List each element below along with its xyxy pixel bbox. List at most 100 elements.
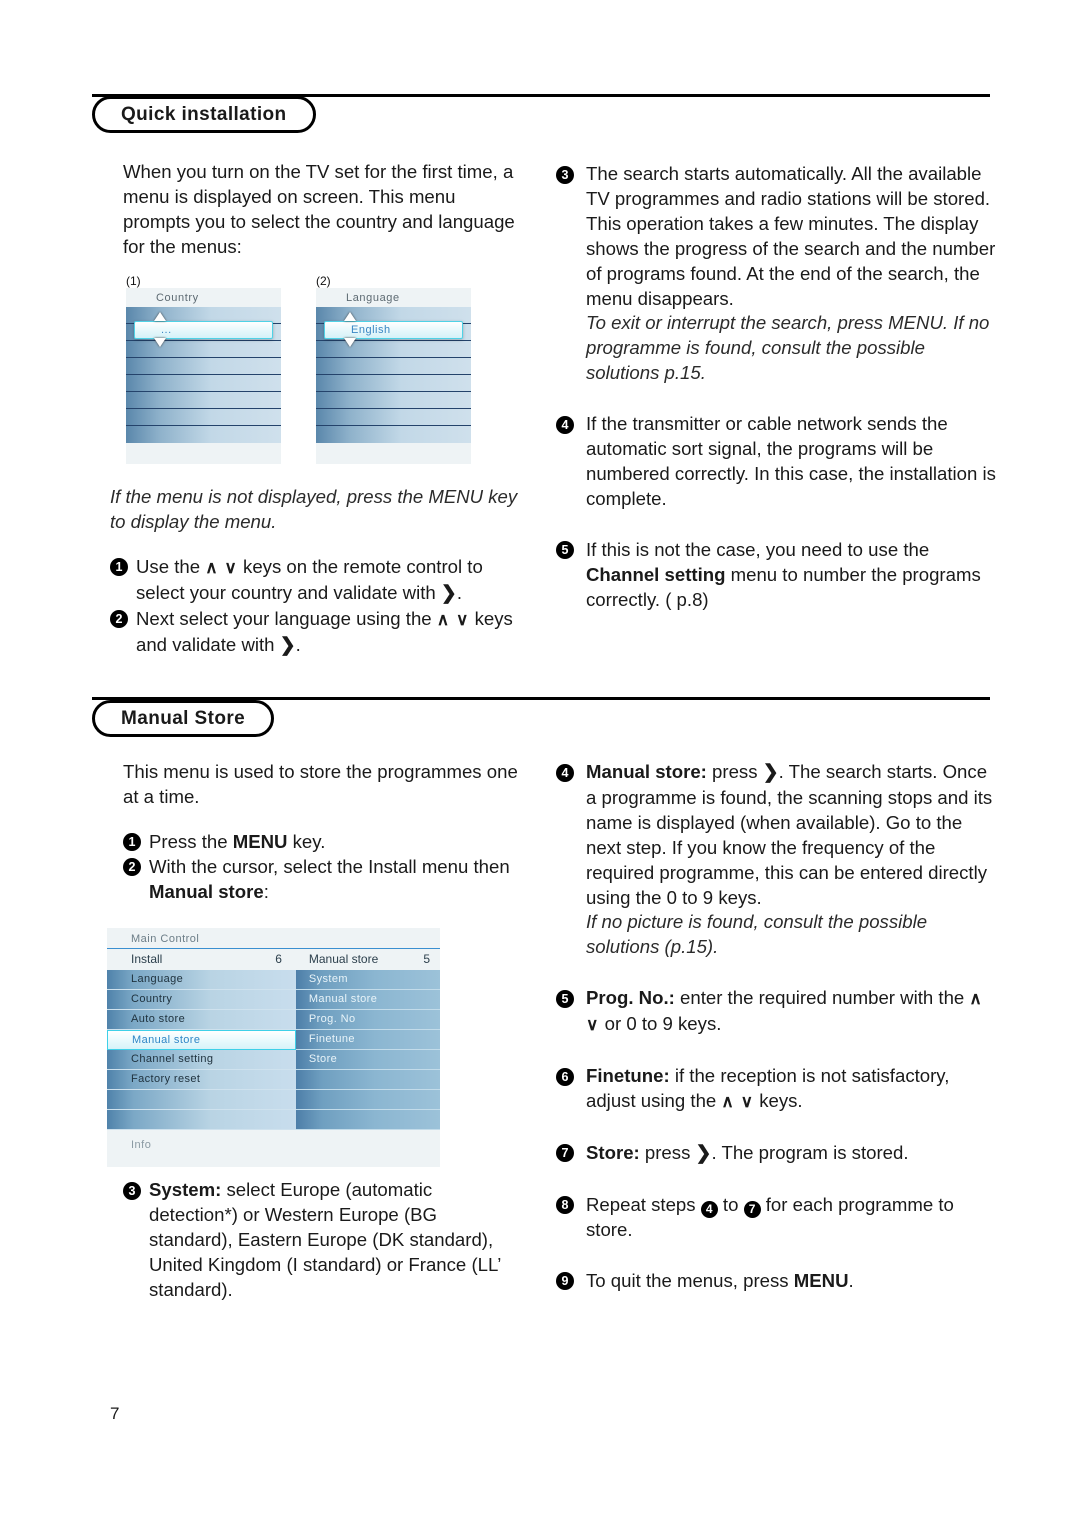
step-text-ms-6b: keys. — [754, 1089, 803, 1111]
osd-screen-country: Country ... — [126, 288, 281, 464]
manual-store-left-column: This menu is used to store the programme… — [123, 760, 523, 905]
osd-main-control-label: Main Control — [131, 933, 200, 945]
osd-row — [126, 375, 281, 392]
step-text-2c: . — [295, 633, 301, 655]
list-item: 1 Press the MENU key. — [123, 830, 523, 855]
osd-row — [316, 358, 471, 375]
step-ref-7: 7 — [743, 1200, 761, 1218]
osd-submenu-item[interactable]: Prog. No — [295, 1010, 440, 1030]
finetune-label: Finetune: — [586, 1065, 670, 1087]
section-header-quick-installation: Quick installation — [92, 96, 316, 133]
step-text-ms-7a: press — [639, 1141, 696, 1163]
osd-row — [316, 341, 471, 358]
osd-submenu-item — [295, 1090, 440, 1110]
osd-screen-language: Language English — [316, 288, 471, 464]
step-bullet-ms-5: 5 — [556, 989, 574, 1008]
osd-column-headers: Install 6 Manual store 5 — [107, 948, 440, 970]
updown-keys-icon: ∧ ∨ — [205, 557, 238, 577]
screen-label-2: (2) — [316, 274, 331, 288]
step-bullet-ms-9: 9 — [556, 1272, 574, 1291]
osd-menu-item — [107, 1110, 296, 1130]
osd-menu-item[interactable]: Channel setting — [107, 1050, 296, 1070]
osd-header-manual-store-label: Manual store — [308, 952, 379, 966]
step-text-ms-7b: . The program is stored. — [711, 1141, 909, 1163]
list-item: 7 Store: press ❯. The program is stored. — [556, 1141, 996, 1167]
osd-row — [126, 409, 281, 426]
step-bullet-1: 1 — [110, 558, 128, 577]
list-item: 5 Prog. No.: enter the required number w… — [556, 986, 996, 1038]
step-text-ms-2a: With the cursor, select the Install menu… — [149, 855, 510, 877]
arrow-down-icon — [344, 338, 356, 347]
osd-row — [316, 426, 471, 443]
right-key-icon: ❯ — [440, 582, 457, 604]
list-item: 2 With the cursor, select the Install me… — [123, 855, 523, 905]
osd-menu-item[interactable]: Language — [107, 970, 296, 990]
osd-menu-item[interactable]: Auto store — [107, 1010, 296, 1030]
section-title-manual-store: Manual Store — [121, 707, 246, 729]
right-key-icon: ❯ — [762, 762, 779, 783]
osd-menu-item[interactable]: Factory reset — [107, 1070, 296, 1090]
prog-no-label: Prog. No.: — [586, 987, 675, 1009]
osd-menu-item-selected[interactable]: Manual store — [107, 1030, 296, 1050]
step-bullet-5: 5 — [556, 541, 574, 560]
store-label: Store: — [586, 1141, 640, 1163]
screen-label-1: (1) — [126, 274, 141, 288]
osd-selected-field-country[interactable]: ... — [134, 321, 273, 339]
osd-submenu-item[interactable]: Manual store — [295, 990, 440, 1010]
step-text-ms-9a: To quit the menus, press — [586, 1269, 794, 1291]
menu-key-label: MENU — [793, 1269, 849, 1291]
quick-installation-menu-note: If the menu is not displayed, press the … — [110, 486, 518, 532]
updown-keys-icon: ∧ ∨ — [721, 1091, 755, 1111]
right-key-icon: ❯ — [279, 634, 296, 656]
list-item: 3 System: select Europe (automatic detec… — [123, 1178, 523, 1303]
step-text-1a: Use the — [136, 555, 206, 577]
osd-pane-install: Language Country Auto store Manual store… — [107, 970, 296, 1130]
osd-menu-item[interactable]: Country — [107, 990, 296, 1010]
manual-store-intro: This menu is used to store the programme… — [123, 761, 518, 807]
step-bullet-ms-2: 2 — [123, 858, 141, 877]
osd-row — [126, 426, 281, 443]
osd-row — [316, 392, 471, 409]
osd-submenu-item — [295, 1070, 440, 1090]
osd-header-manual-store: Manual store 5 — [296, 952, 440, 966]
list-item: 4 If the transmitter or cable network se… — [556, 412, 996, 512]
step-text-3: The search starts automatically. All the… — [586, 163, 996, 309]
osd-row — [316, 375, 471, 392]
arrow-up-icon — [154, 312, 166, 321]
step-text-ms-4b: . The search starts. Once a programme is… — [586, 761, 993, 908]
manual-store-step-label: Manual store: — [586, 761, 707, 782]
osd-title-language: Language — [316, 288, 471, 307]
osd-row — [126, 358, 281, 375]
section-header-manual-store: Manual Store — [92, 700, 275, 737]
step-bullet-ms-6: 6 — [556, 1067, 574, 1086]
osd-menu-item — [107, 1090, 296, 1110]
manual-store-label: Manual store — [149, 880, 264, 902]
osd-submenu-item[interactable]: System — [295, 970, 440, 990]
system-label: System: — [149, 1179, 222, 1200]
quick-installation-left-column-2: If the menu is not displayed, press the … — [110, 485, 522, 658]
list-item: 9 To quit the menus, press MENU. — [556, 1269, 996, 1294]
step-text-ms-4a: press — [706, 761, 763, 782]
osd-submenu-item[interactable]: Store — [295, 1050, 440, 1070]
page-number: 7 — [110, 1404, 120, 1423]
step-text-2a: Next select your language using the — [136, 607, 437, 629]
osd-pane-manual-store: System Manual store Prog. No Finetune St… — [295, 970, 440, 1130]
osd-selected-field-language[interactable]: English — [324, 321, 463, 339]
step-text-ms-9b: . — [848, 1269, 854, 1291]
step-ref-4: 4 — [700, 1200, 718, 1218]
step-bullet-ms-7: 7 — [556, 1144, 574, 1163]
osd-header-install: Install 6 — [107, 952, 296, 966]
quick-installation-right-column: 3 The search starts automatically. All t… — [556, 162, 996, 613]
step-note-ms-4: If no picture is found, consult the poss… — [586, 911, 928, 958]
step-text-ms-2b: : — [263, 880, 269, 902]
osd-submenu-item[interactable]: Finetune — [295, 1030, 440, 1050]
step-text-ms-8b: to — [717, 1193, 744, 1215]
list-item: 1 Use the ∧ ∨ keys on the remote control… — [110, 555, 522, 607]
step-bullet-ms-1: 1 — [123, 833, 141, 852]
list-item: 2 Next select your language using the ∧ … — [110, 607, 522, 659]
step-bullet-ms-8: 8 — [556, 1196, 574, 1215]
list-item: 6 Finetune: if the reception is not sati… — [556, 1064, 996, 1115]
updown-keys-icon: ∧ ∨ — [436, 609, 470, 629]
osd-header-install-label: Install — [131, 952, 163, 966]
step-text-4: If the transmitter or cable network send… — [586, 413, 996, 509]
